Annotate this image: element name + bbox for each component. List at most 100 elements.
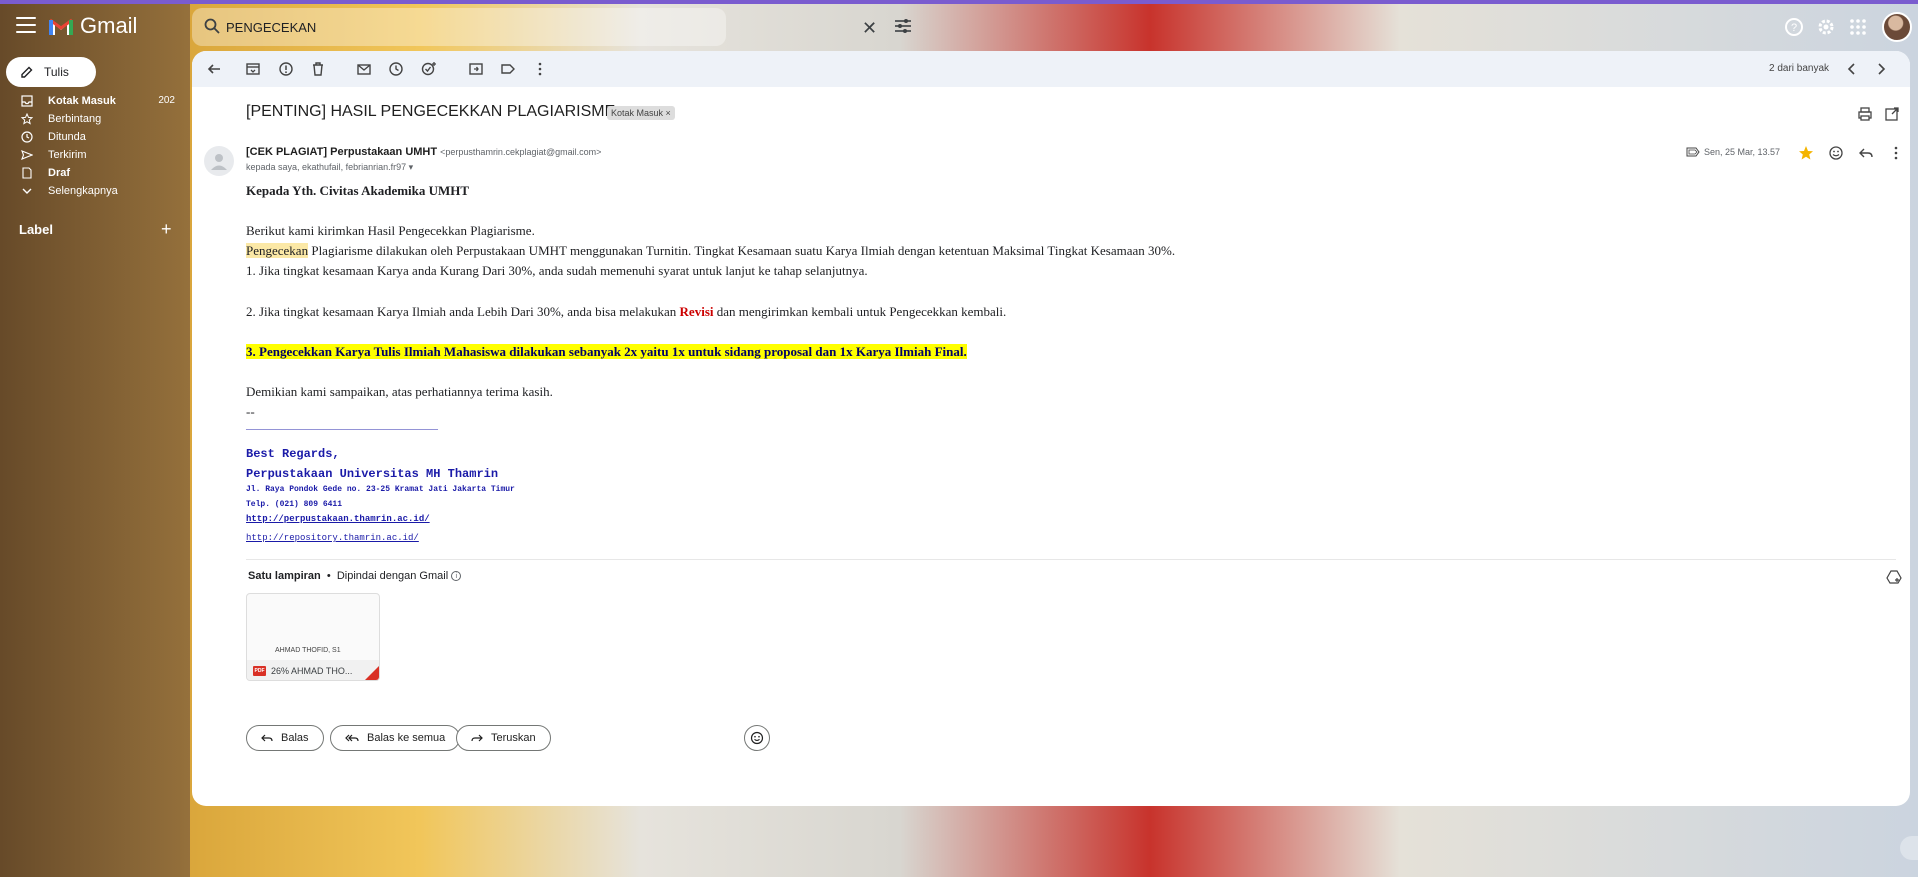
emoji-reaction-button[interactable]	[744, 725, 770, 751]
side-panel-toggle[interactable]	[1900, 836, 1918, 860]
reply-all-icon	[345, 734, 359, 742]
attachment-card[interactable]: AHMAD THOFID, S1 PDF 26% AHMAD THO...	[246, 593, 380, 681]
older-chevron-right-icon[interactable]	[1873, 61, 1889, 77]
repository-link[interactable]: http://repository.thamrin.ac.id/	[246, 533, 419, 543]
signature-regards: Best Regards,	[246, 447, 340, 461]
add-task-icon[interactable]	[421, 61, 437, 77]
sidebar-item-sent[interactable]: Terkirim	[0, 146, 180, 164]
inbox-label-chip[interactable]: Kotak Masuk ×	[607, 106, 675, 120]
bullet-separator: •	[326, 570, 331, 582]
gmail-logo[interactable]: Gmail	[48, 13, 137, 39]
sender-avatar[interactable]	[204, 146, 234, 176]
signature-address: Jl. Raya Pondok Gede no. 23-25 Kramat Ja…	[246, 485, 515, 494]
sidebar-item-snoozed[interactable]: Ditunda	[0, 128, 180, 146]
remove-label-icon[interactable]: ×	[666, 108, 671, 118]
report-spam-icon[interactable]	[278, 61, 294, 77]
sidebar-item-drafts[interactable]: Draf	[0, 164, 180, 182]
signature-org: Perpustakaan Universitas MH Thamrin	[246, 467, 499, 481]
settings-gear-icon[interactable]	[1814, 15, 1838, 39]
archive-icon[interactable]	[245, 61, 261, 77]
emoji-react-icon[interactable]	[1828, 145, 1844, 161]
body-closing: Demikian kami sampaikan, atas perhatiann…	[246, 384, 553, 399]
search-input[interactable]	[226, 16, 646, 38]
reply-all-button[interactable]: Balas ke semua	[330, 725, 461, 751]
account-avatar[interactable]	[1882, 12, 1912, 42]
more-vertical-icon[interactable]	[532, 61, 548, 77]
sidebar-nav: Kotak Masuk 202 Berbintang Ditunda Terki…	[0, 92, 180, 200]
sidebar-item-more[interactable]: Selengkapnya	[0, 182, 180, 200]
clock-icon	[21, 131, 33, 143]
forward-button[interactable]: Teruskan	[456, 725, 551, 751]
email-date: Sen, 25 Mar, 13.57	[1704, 147, 1781, 157]
recipients-dropdown[interactable]: kepada saya, ekathufail, febrianrian.fr9…	[246, 162, 413, 173]
reply-all-label: Balas ke semua	[367, 732, 446, 744]
inbox-unread-count: 202	[158, 95, 175, 106]
forward-label: Teruskan	[491, 732, 536, 744]
email-toolbar: 2 dari banyak	[192, 51, 1910, 87]
print-icon[interactable]	[1857, 106, 1873, 122]
pagination-text: 2 dari banyak	[1769, 63, 1830, 74]
body-paragraph-2-text: Plagiarisme dilakukan oleh Perpustakaan …	[308, 243, 1176, 258]
apps-grid-icon[interactable]	[1846, 15, 1870, 39]
reply-label: Balas	[281, 732, 309, 744]
sender-email: <perpusthamrin.cekplagiat@gmail.com>	[440, 147, 602, 157]
move-to-icon[interactable]	[468, 61, 484, 77]
sidebar-item-label: Berbintang	[48, 113, 102, 125]
forward-icon	[471, 734, 483, 742]
star-icon	[21, 113, 33, 125]
signature-dash: --	[246, 404, 255, 419]
newer-chevron-left-icon[interactable]	[1844, 61, 1860, 77]
label-tag-icon[interactable]	[500, 61, 516, 77]
gmail-m-icon	[49, 18, 73, 35]
sidebar-item-inbox[interactable]: Kotak Masuk 202	[0, 92, 180, 110]
compose-button[interactable]: Tulis	[6, 57, 96, 87]
body-greeting: Kepada Yth. Civitas Akademika UMHT	[246, 183, 470, 198]
library-link[interactable]: http://perpustakaan.thamrin.ac.id/	[246, 514, 430, 524]
reply-arrow-icon[interactable]	[1858, 145, 1874, 161]
add-label-button[interactable]: +	[161, 219, 172, 240]
help-icon[interactable]: ?	[1782, 15, 1806, 39]
attachments-count: Satu lampiran	[248, 570, 321, 582]
attachment-filename: 26% AHMAD THO...	[271, 666, 353, 676]
delete-trash-icon[interactable]	[310, 61, 326, 77]
reply-button[interactable]: Balas	[246, 725, 324, 751]
person-icon	[211, 154, 227, 170]
compose-label: Tulis	[44, 65, 69, 79]
message-more-icon[interactable]	[1888, 145, 1904, 161]
search-icon[interactable]	[204, 18, 220, 34]
attachment-filename-bar: PDF 26% AHMAD THO...	[247, 660, 379, 680]
sidebar-item-starred[interactable]: Berbintang	[0, 110, 180, 128]
save-to-drive-icon[interactable]	[1886, 569, 1902, 585]
attachments-divider	[246, 559, 1896, 560]
mark-unread-icon[interactable]	[356, 61, 372, 77]
body-paragraph-4-b: dan mengirimkan kembali untuk Pengecekka…	[713, 304, 1007, 319]
email-subject: [PENTING] HASIL PENGECEKKAN PLAGIARISME	[246, 103, 616, 120]
starred-star-icon[interactable]	[1798, 145, 1814, 161]
svg-text:?: ?	[1791, 22, 1797, 34]
back-arrow-icon[interactable]	[206, 61, 222, 77]
labels-heading: Label	[19, 222, 53, 237]
sidebar-item-label: Ditunda	[48, 131, 86, 143]
reply-icon	[261, 734, 273, 742]
attachment-preview-text: AHMAD THOFID, S1	[275, 647, 341, 654]
inbox-icon	[21, 95, 33, 107]
top-accent-stripe	[0, 0, 1918, 4]
label-chip-text: Kotak Masuk	[611, 108, 664, 118]
app-name: Gmail	[80, 13, 138, 38]
chevron-down-icon	[22, 188, 32, 194]
sender-name[interactable]: [CEK PLAGIAT] Perpustakaan UMHT	[246, 146, 437, 158]
clear-search-icon[interactable]: ✕	[862, 18, 877, 39]
smiley-icon	[750, 731, 764, 745]
info-icon[interactable]: i	[451, 571, 462, 582]
caret-down-icon: ▾	[408, 162, 414, 172]
search-bar[interactable]: ✕	[192, 8, 911, 46]
label-important-icon[interactable]	[1686, 146, 1700, 158]
pdf-corner-fold-icon	[365, 666, 379, 680]
draft-icon	[22, 167, 32, 179]
body-paragraph-1: Berikut kami kirimkan Hasil Pengecekkan …	[246, 223, 535, 238]
main-menu-icon[interactable]	[16, 17, 36, 33]
search-options-icon[interactable]	[894, 18, 912, 34]
snooze-clock-icon[interactable]	[388, 61, 404, 77]
open-new-window-icon[interactable]	[1884, 106, 1900, 122]
pdf-icon: PDF	[253, 666, 266, 676]
